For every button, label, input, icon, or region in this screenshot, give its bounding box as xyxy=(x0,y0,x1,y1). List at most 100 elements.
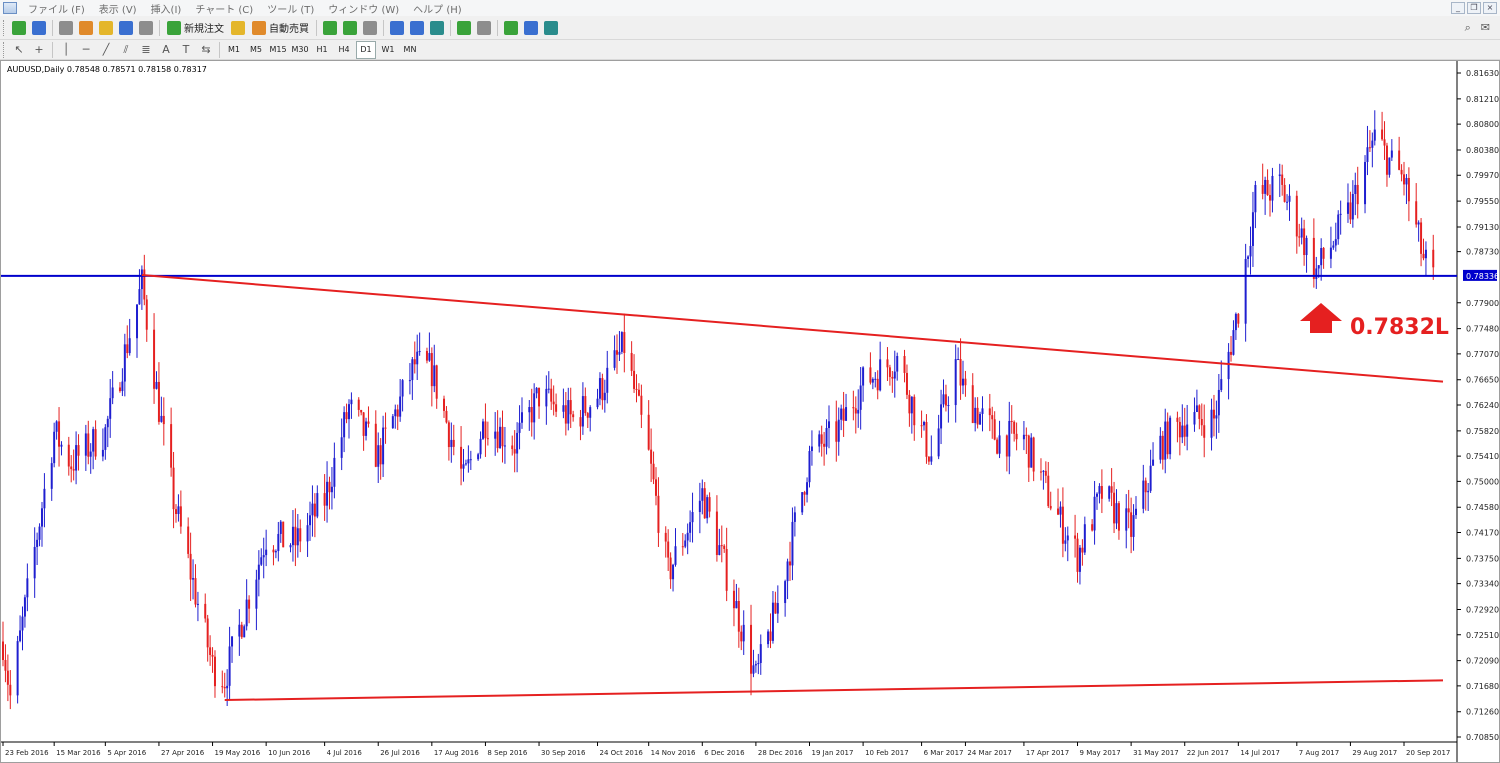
line-chart-button[interactable] xyxy=(361,19,379,37)
candlestick-button[interactable] xyxy=(341,19,359,37)
toolbar-separator xyxy=(159,19,160,36)
candle-body xyxy=(974,407,977,424)
new-order-button[interactable]: 新規注文 xyxy=(164,19,227,37)
candle-body xyxy=(211,654,214,657)
menu-help[interactable]: ヘルプ (H) xyxy=(406,1,469,16)
candle-body xyxy=(767,631,770,645)
timeframe-m5[interactable]: M5 xyxy=(246,41,266,59)
menu-chart[interactable]: チャート (C) xyxy=(188,1,260,16)
timeframe-d1[interactable]: D1 xyxy=(356,40,376,59)
candle-body xyxy=(333,457,336,487)
menu-insert[interactable]: 挿入(I) xyxy=(144,1,189,16)
candle-body xyxy=(450,439,453,448)
channel-button[interactable]: ⫽ xyxy=(117,41,135,59)
auto-scroll-button[interactable] xyxy=(455,19,473,37)
bar-chart-button[interactable] xyxy=(321,19,339,37)
price-chart[interactable]: AUDUSD,Daily 0.78548 0.78571 0.78158 0.7… xyxy=(1,61,1499,762)
candle-body xyxy=(1125,508,1128,531)
zoom-out-button[interactable] xyxy=(408,19,426,37)
market-watch-button[interactable] xyxy=(57,19,75,37)
candle-body xyxy=(1398,150,1401,170)
candle-body xyxy=(1388,157,1391,175)
metaeditor-button[interactable] xyxy=(229,19,247,37)
candle-body xyxy=(221,686,224,688)
vertical-line-button[interactable]: │ xyxy=(57,41,75,59)
menu-window[interactable]: ウィンドウ (W) xyxy=(321,1,406,16)
x-tick-label: 8 Sep 2016 xyxy=(487,749,527,757)
auto-trading-button[interactable]: 自動売買 xyxy=(249,19,312,37)
profiles-button[interactable] xyxy=(30,19,48,37)
candle-body xyxy=(21,616,24,631)
candle-body xyxy=(326,481,329,506)
candle-body xyxy=(231,636,234,647)
candle-body xyxy=(803,492,806,495)
candle-body xyxy=(905,372,908,395)
candle-body xyxy=(586,413,589,418)
candle-body xyxy=(1244,258,1247,324)
candle-body xyxy=(445,410,448,423)
periods-button[interactable] xyxy=(522,19,540,37)
tester-button[interactable] xyxy=(137,19,155,37)
new-chart-button[interactable] xyxy=(10,19,28,37)
timeframe-mn[interactable]: MN xyxy=(400,41,420,59)
candle-body xyxy=(399,396,402,417)
restore-icon[interactable]: ❐ xyxy=(1467,2,1481,14)
candle-body xyxy=(394,409,397,417)
candle-body xyxy=(1283,184,1286,202)
candle-body xyxy=(954,359,957,406)
x-tick-label: 15 Mar 2016 xyxy=(56,749,101,757)
timeframe-w1[interactable]: W1 xyxy=(378,41,398,59)
candle-body xyxy=(579,417,582,427)
chart-shift-button[interactable] xyxy=(475,19,493,37)
candle-body xyxy=(681,546,684,548)
candle-body xyxy=(1227,351,1230,380)
templates-button[interactable] xyxy=(542,19,560,37)
menu-view[interactable]: 表示 (V) xyxy=(92,1,144,16)
candle-body xyxy=(43,488,46,509)
horizontal-line-button[interactable]: ─ xyxy=(77,41,95,59)
zoom-in-button[interactable] xyxy=(388,19,406,37)
timeframe-m30[interactable]: M30 xyxy=(290,41,310,59)
search-icon[interactable]: ⌕ xyxy=(1465,21,1471,35)
menu-tools[interactable]: ツール (T) xyxy=(260,1,321,16)
menu-file[interactable]: ファイル (F) xyxy=(21,1,92,16)
toolbar-grip[interactable] xyxy=(3,19,6,36)
timeframe-m15[interactable]: M15 xyxy=(268,41,288,59)
minimize-icon[interactable]: _ xyxy=(1451,2,1465,14)
candle-body xyxy=(23,597,26,617)
candle-body xyxy=(1078,547,1081,572)
candle-body xyxy=(810,446,813,452)
timeframe-h4[interactable]: H4 xyxy=(334,41,354,59)
candle-body xyxy=(104,427,107,450)
timeframe-h1[interactable]: H1 xyxy=(312,41,332,59)
candle-body xyxy=(187,526,190,554)
data-window-button[interactable] xyxy=(77,19,95,37)
close-icon[interactable]: × xyxy=(1483,2,1497,14)
candle-body xyxy=(652,463,655,480)
text-button[interactable]: A xyxy=(157,41,175,59)
tile-windows-button[interactable] xyxy=(428,19,446,37)
chart-window[interactable]: AUDUSD,Daily 0.78548 0.78571 0.78158 0.7… xyxy=(0,60,1500,763)
arrows-button[interactable]: ⇆ xyxy=(197,41,215,59)
crosshair-button[interactable]: + xyxy=(30,41,48,59)
fibonacci-button[interactable]: ≣ xyxy=(137,41,155,59)
candle-body xyxy=(1300,228,1303,238)
candle-body xyxy=(1059,506,1062,515)
candle-body xyxy=(1057,508,1060,515)
candle-body xyxy=(503,445,506,447)
terminal-button[interactable] xyxy=(117,19,135,37)
candle-body xyxy=(703,488,706,519)
text-label-button[interactable]: T xyxy=(177,41,195,59)
navigator-button[interactable] xyxy=(97,19,115,37)
candle-body xyxy=(245,599,248,627)
indicators-button[interactable] xyxy=(502,19,520,37)
chat-icon[interactable]: ✉ xyxy=(1481,21,1490,35)
candle-body xyxy=(913,396,916,426)
timeframe-m1[interactable]: M1 xyxy=(224,41,244,59)
trendline-button[interactable]: ╱ xyxy=(97,41,115,59)
candle-body xyxy=(443,398,446,411)
cursor-button[interactable]: ↖ xyxy=(10,41,28,59)
line-studies-toolbar: ↖ + │ ─ ╱ ⫽ ≣ A T ⇆ M1 M5 M15 M30 H1 H4 … xyxy=(0,40,1500,60)
toolbar-grip[interactable] xyxy=(3,41,6,58)
candle-body xyxy=(562,405,565,412)
